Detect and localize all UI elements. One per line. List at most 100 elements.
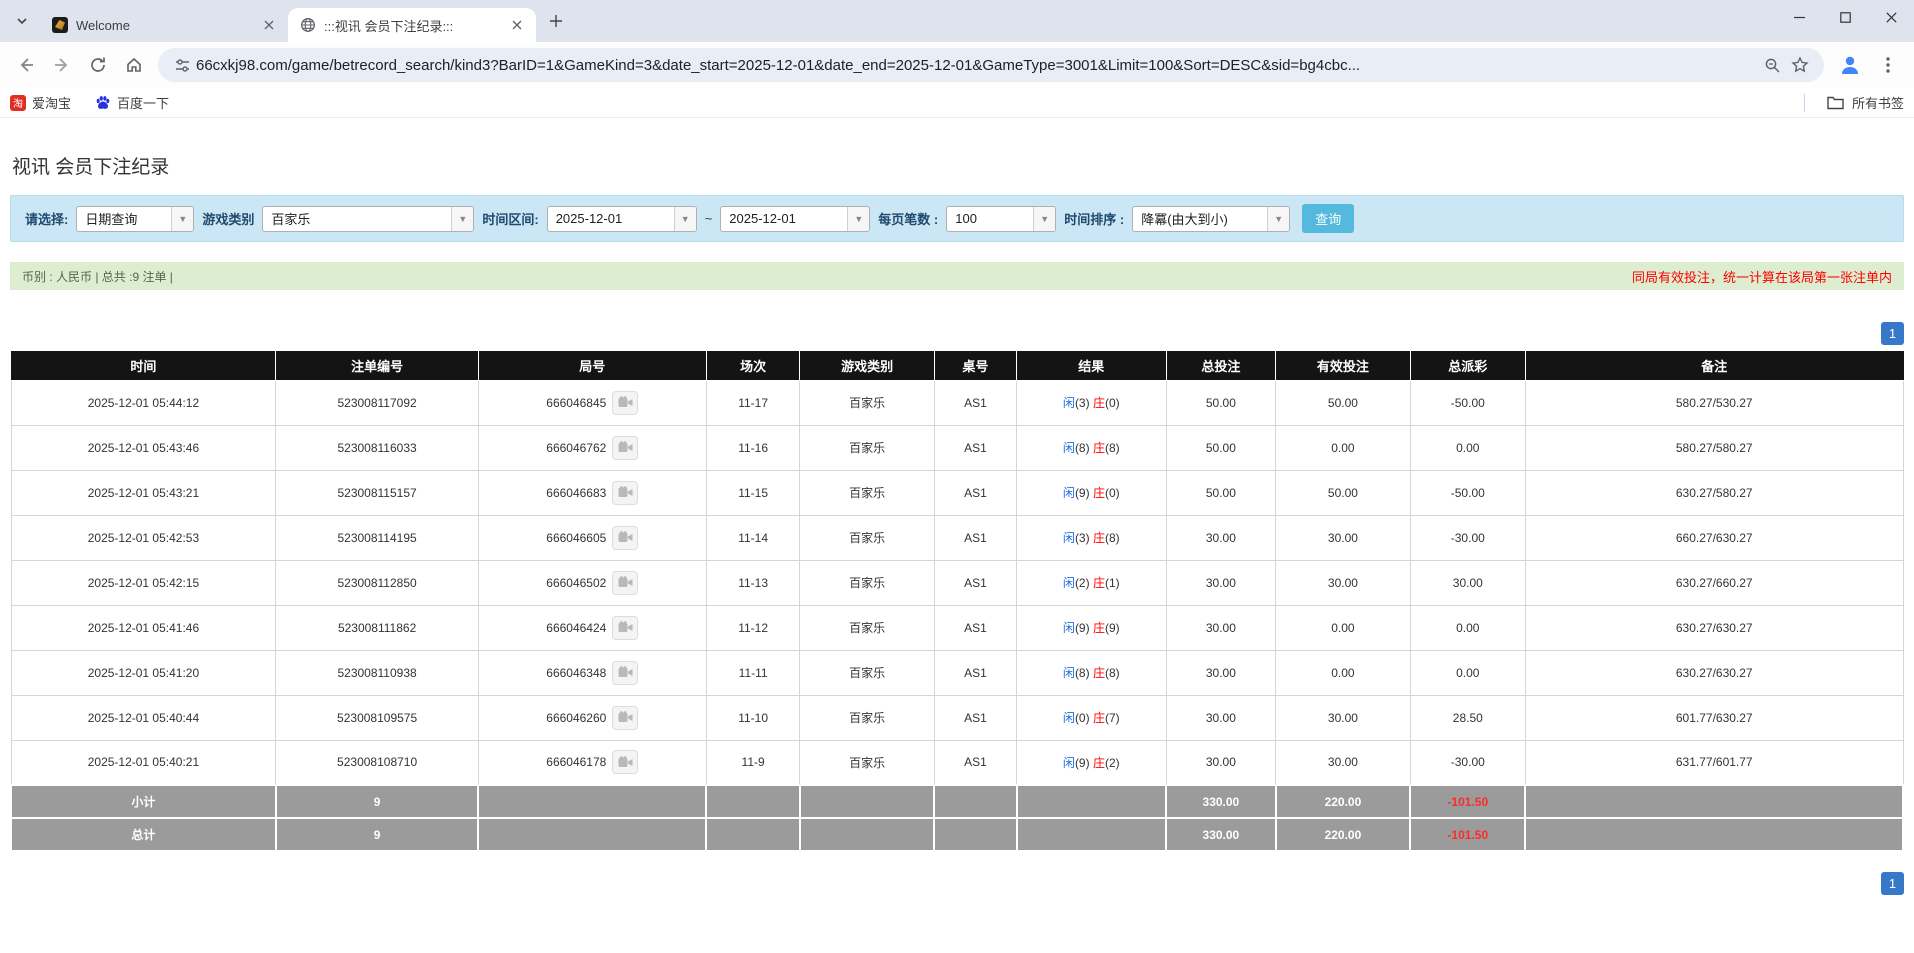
date-start-select[interactable]: 2025-12-01 ▼ (546, 205, 697, 232)
round-id: 666046762 (546, 440, 607, 455)
chevron-down-icon[interactable]: ▼ (1033, 206, 1056, 231)
cell-time: 2025-12-01 05:42:53 (10, 514, 277, 561)
date-end-select[interactable]: 2025-12-01 ▼ (720, 205, 871, 232)
select-label: 请选择: (25, 212, 69, 227)
bookmark-aitaobao[interactable]: 淘 爱淘宝 (10, 93, 71, 112)
video-camera-icon (618, 621, 633, 632)
tab-betrecord[interactable]: :::视讯 会员下注纪录::: (288, 8, 536, 42)
back-icon[interactable] (10, 49, 42, 81)
cell-remark: 580.27/530.27 (1524, 379, 1904, 426)
query-type-value: 日期查询 (85, 212, 138, 227)
cell-session: 11-12 (705, 604, 801, 651)
summary-row: 总计 9 330.00 220.00 -101.50 (10, 817, 1904, 852)
cell-session: 11-13 (705, 559, 801, 606)
zoom-icon[interactable] (1758, 51, 1786, 79)
page-button[interactable]: 1 (1881, 322, 1904, 345)
cell-total-bet[interactable]: 30.00 (1165, 559, 1277, 606)
chevron-down-icon[interactable]: ▼ (171, 206, 194, 231)
round-id: 666046845 (546, 395, 607, 410)
video-camera-icon (618, 531, 633, 542)
forward-icon[interactable] (46, 49, 78, 81)
cell-game: 百家乐 (799, 559, 935, 606)
cell-total-bet[interactable]: 50.00 (1165, 379, 1277, 426)
address-bar[interactable]: 66cxkj98.com/game/betrecord_search/kind3… (158, 48, 1824, 82)
cell-valid-bet: 30.00 (1275, 739, 1411, 786)
cell-game: 百家乐 (799, 379, 935, 426)
cell-result: 闲(8) 庄(8) (1016, 424, 1167, 471)
video-replay-button[interactable] (612, 525, 639, 550)
cell-session: 11-17 (705, 379, 801, 426)
round-id: 666046424 (546, 620, 607, 635)
cell-total-bet[interactable]: 30.00 (1165, 739, 1277, 786)
cell-remark: 580.27/580.27 (1524, 424, 1904, 471)
table-footer: 小计 9 330.00 220.00 -101.50 总计 9 330.00 2… (10, 784, 1904, 852)
window-maximize-button[interactable] (1822, 0, 1868, 34)
close-tab-icon[interactable] (508, 16, 526, 34)
cell-round: 666046348 (477, 649, 707, 696)
close-tab-icon[interactable] (260, 16, 278, 34)
window-close-button[interactable] (1868, 0, 1914, 34)
column-header: 场次 (705, 351, 801, 381)
table-row: 2025-12-01 05:40:21 523008108710 6660461… (10, 739, 1904, 786)
sort-select[interactable]: 降冪(由大到小) ▼ (1132, 205, 1291, 232)
profile-avatar-icon[interactable] (1834, 49, 1866, 81)
cell-valid-bet: 30.00 (1275, 514, 1411, 561)
video-replay-button[interactable] (612, 615, 639, 640)
page-button[interactable]: 1 (1881, 872, 1904, 895)
column-header: 总派彩 (1409, 351, 1526, 381)
per-page-select[interactable]: 100 ▼ (946, 205, 1057, 232)
video-replay-button[interactable] (612, 480, 639, 505)
summary-payout: -101.50 (1409, 784, 1527, 819)
video-replay-button[interactable] (612, 660, 639, 685)
info-bar: 币别 : 人民币 | 总共 :9 注单 | 同局有效投注，统一计算在该局第一张注… (10, 262, 1904, 290)
cell-total-bet[interactable]: 30.00 (1165, 514, 1277, 561)
bookmark-baidu[interactable]: 百度一下 (95, 93, 169, 112)
window-minimize-button[interactable] (1776, 0, 1822, 34)
cell-time: 2025-12-01 05:42:15 (10, 559, 277, 606)
cell-session: 11-16 (705, 424, 801, 471)
video-camera-icon (618, 486, 633, 497)
cell-total-bet[interactable]: 30.00 (1165, 649, 1277, 696)
cell-total-bet[interactable]: 30.00 (1165, 694, 1277, 741)
chevron-down-icon[interactable]: ▼ (673, 206, 696, 231)
search-button[interactable]: 查询 (1302, 204, 1355, 233)
chevron-down-icon[interactable]: ▼ (451, 206, 474, 231)
cell-game: 百家乐 (799, 604, 935, 651)
cell-total-bet[interactable]: 50.00 (1165, 424, 1277, 471)
refresh-icon[interactable] (82, 49, 114, 81)
video-replay-button[interactable] (612, 570, 639, 595)
cell-payout: -30.00 (1409, 739, 1526, 786)
cell-payout: 0.00 (1409, 424, 1526, 471)
all-bookmarks-label[interactable]: 所有书签 (1852, 93, 1904, 112)
cell-remark: 631.77/601.77 (1524, 739, 1904, 786)
game-type-select[interactable]: 百家乐 ▼ (262, 205, 475, 232)
chevron-down-icon[interactable]: ▼ (1267, 206, 1290, 231)
url-text[interactable]: 66cxkj98.com/game/betrecord_search/kind3… (196, 57, 1758, 74)
tab-welcome[interactable]: Welcome (40, 8, 288, 42)
site-settings-icon[interactable] (168, 51, 196, 79)
bookmark-star-icon[interactable] (1786, 51, 1814, 79)
cell-total-bet[interactable]: 30.00 (1165, 604, 1277, 651)
video-replay-button[interactable] (612, 435, 639, 460)
new-tab-button[interactable] (542, 7, 570, 35)
sort-value: 降冪(由大到小) (1141, 212, 1228, 227)
video-replay-button[interactable] (612, 390, 639, 415)
cell-total-bet[interactable]: 50.00 (1165, 469, 1277, 516)
video-replay-button[interactable] (612, 750, 639, 775)
bookmark-label: 爱淘宝 (32, 96, 72, 111)
video-replay-button[interactable] (612, 705, 639, 730)
tilde-separator: ~ (704, 211, 713, 226)
cell-session: 11-14 (705, 514, 801, 561)
browser-menu-icon[interactable] (1872, 49, 1904, 81)
home-icon[interactable] (118, 49, 150, 81)
summary-total-bet: 330.00 (1165, 817, 1277, 852)
query-type-select[interactable]: 日期查询 ▼ (76, 205, 195, 232)
chevron-down-icon[interactable]: ▼ (847, 206, 870, 231)
round-id: 666046605 (546, 530, 607, 545)
cell-round: 666046762 (477, 424, 707, 471)
table-row: 2025-12-01 05:41:46 523008111862 6660464… (10, 604, 1904, 651)
tab-search-button[interactable] (8, 7, 36, 35)
cell-bet-id: 523008114195 (275, 514, 479, 561)
cell-valid-bet: 30.00 (1275, 694, 1411, 741)
table-row: 2025-12-01 05:40:44 523008109575 6660462… (10, 694, 1904, 741)
